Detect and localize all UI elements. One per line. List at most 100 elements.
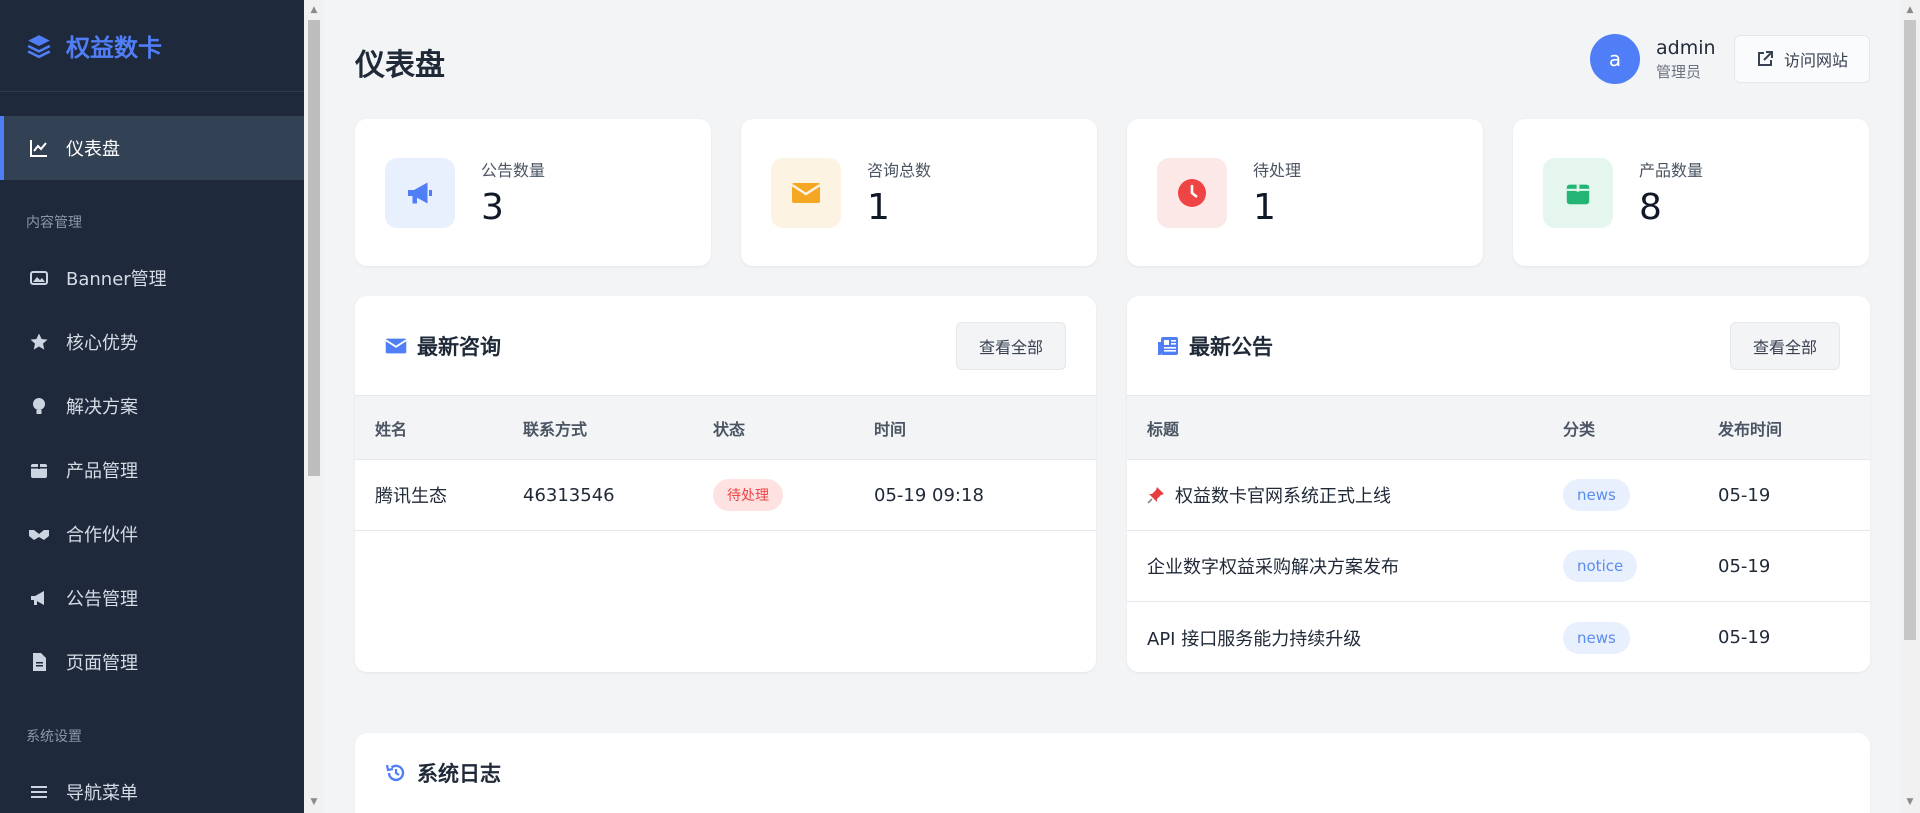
stat-value: 3 bbox=[481, 187, 504, 228]
scroll-down-icon[interactable]: ▼ bbox=[308, 796, 320, 808]
handshake-icon bbox=[28, 523, 50, 545]
scroll-down-icon[interactable]: ▼ bbox=[1904, 796, 1916, 808]
table-header: 标题 分类 发布时间 bbox=[1127, 396, 1870, 460]
clock-icon bbox=[1157, 157, 1227, 228]
panel-header: 系统日志 bbox=[355, 733, 1870, 813]
table-header: 姓名 联系方式 状态 时间 bbox=[355, 396, 1096, 460]
panel-title: 最新公告 bbox=[1189, 334, 1273, 359]
column-header: 发布时间 bbox=[1718, 419, 1783, 439]
sidebar-item-solutions[interactable]: 解决方案 bbox=[0, 374, 304, 438]
table-row[interactable]: 权益数卡官网系统正式上线 news 05-19 bbox=[1127, 460, 1870, 531]
announcements-panel: 最新公告 查看全部 标题 分类 发布时间 权益数卡官网系统正式上线 news 0… bbox=[1127, 296, 1870, 672]
sidebar-item-label: 核心优势 bbox=[66, 333, 138, 354]
scroll-thumb[interactable] bbox=[308, 20, 320, 476]
page-scrollbar[interactable]: ▲ ▼ bbox=[1900, 0, 1920, 813]
column-header: 标题 bbox=[1147, 419, 1180, 439]
visit-site-button[interactable]: 访问网站 bbox=[1734, 35, 1870, 83]
sidebar-item-label: 公告管理 bbox=[66, 589, 138, 610]
panel-header: 最新公告 查看全部 bbox=[1127, 296, 1870, 396]
image-icon bbox=[28, 267, 50, 289]
envelope-icon bbox=[771, 157, 841, 228]
newspaper-icon bbox=[1158, 336, 1178, 355]
stat-value: 1 bbox=[1253, 187, 1276, 228]
announcement-title: 权益数卡官网系统正式上线 bbox=[1175, 486, 1391, 507]
table-row[interactable]: 企业数字权益采购解决方案发布 notice 05-19 bbox=[1127, 531, 1870, 602]
table-row[interactable]: 腾讯生态 46313546 待处理 05-19 09:18 bbox=[355, 460, 1096, 531]
sidebar-item-label: 解决方案 bbox=[66, 397, 138, 418]
file-icon bbox=[28, 651, 50, 673]
status-badge: 待处理 bbox=[713, 479, 783, 511]
sidebar-item-nav-menu[interactable]: 导航菜单 bbox=[0, 760, 304, 813]
sidebar-item-dashboard[interactable]: 仪表盘 bbox=[0, 116, 304, 180]
announcement-title: 企业数字权益采购解决方案发布 bbox=[1147, 557, 1399, 578]
megaphone-icon bbox=[385, 157, 455, 228]
sidebar-item-label: 导航菜单 bbox=[66, 783, 138, 804]
sidebar-item-advantages[interactable]: 核心优势 bbox=[0, 310, 304, 374]
chart-line-icon bbox=[28, 137, 50, 159]
scroll-up-icon[interactable]: ▲ bbox=[1904, 4, 1916, 16]
stat-card-announcements: 公告数量 3 bbox=[355, 119, 711, 266]
announcement-date: 05-19 bbox=[1718, 555, 1771, 577]
panel-header: 最新咨询 查看全部 bbox=[355, 296, 1096, 396]
scroll-up-icon[interactable]: ▲ bbox=[308, 4, 320, 16]
megaphone-icon bbox=[28, 587, 50, 609]
column-header: 时间 bbox=[874, 419, 907, 439]
panel-title: 最新咨询 bbox=[417, 334, 501, 359]
sidebar-item-products[interactable]: 产品管理 bbox=[0, 438, 304, 502]
user-name: admin bbox=[1656, 36, 1716, 59]
stat-value: 8 bbox=[1639, 187, 1662, 228]
category-badge: notice bbox=[1563, 550, 1638, 582]
category-badge: news bbox=[1563, 479, 1630, 511]
sidebar: 权益数卡 仪表盘 内容管理 Banner管理 核心优势 解决方案 产品管理 合作… bbox=[0, 0, 304, 813]
avatar[interactable]: a bbox=[1590, 34, 1640, 84]
main-content: 仪表盘 a admin 管理员 访问网站 公告数量 3 咨询总数 1 待处理 1… bbox=[324, 0, 1900, 813]
scroll-thumb[interactable] bbox=[1904, 20, 1916, 640]
announcement-title: API 接口服务能力持续升级 bbox=[1147, 628, 1362, 650]
history-icon bbox=[385, 764, 405, 782]
brand-name: 权益数卡 bbox=[66, 34, 162, 62]
inquiries-panel: 最新咨询 查看全部 姓名 联系方式 状态 时间 腾讯生态 46313546 待处… bbox=[355, 296, 1096, 672]
category-badge: news bbox=[1563, 621, 1630, 654]
user-meta: admin 管理员 bbox=[1656, 37, 1716, 82]
column-header: 状态 bbox=[713, 419, 746, 439]
box-icon bbox=[1543, 157, 1613, 228]
star-icon bbox=[28, 331, 50, 353]
panel-title: 系统日志 bbox=[417, 762, 501, 786]
stat-label: 咨询总数 bbox=[867, 161, 932, 180]
stat-label: 待处理 bbox=[1253, 161, 1302, 180]
table-row[interactable]: API 接口服务能力持续升级 news 05-19 bbox=[1127, 602, 1870, 672]
stat-label: 公告数量 bbox=[481, 161, 546, 180]
sidebar-item-pages[interactable]: 页面管理 bbox=[0, 630, 304, 694]
external-link-icon bbox=[1757, 51, 1773, 66]
sidebar-item-label: 仪表盘 bbox=[66, 139, 120, 160]
column-header: 分类 bbox=[1563, 419, 1596, 439]
sidebar-item-announcements[interactable]: 公告管理 bbox=[0, 566, 304, 630]
sidebar-item-label: 合作伙伴 bbox=[66, 525, 138, 546]
sidebar-item-banner[interactable]: Banner管理 bbox=[0, 246, 304, 310]
sidebar-nav: 仪表盘 内容管理 Banner管理 核心优势 解决方案 产品管理 合作伙伴 公告… bbox=[0, 92, 304, 813]
pin-icon bbox=[1147, 486, 1165, 504]
visit-site-label: 访问网站 bbox=[1783, 51, 1848, 70]
stat-card-products: 产品数量 8 bbox=[1513, 119, 1869, 266]
sidebar-scrollbar[interactable]: ▲ ▼ bbox=[304, 0, 324, 813]
announcement-date: 05-19 bbox=[1718, 627, 1771, 648]
user-box[interactable]: a admin 管理员 bbox=[1590, 34, 1716, 84]
inquiry-name: 腾讯生态 bbox=[375, 486, 447, 507]
page-title: 仪表盘 bbox=[355, 48, 445, 83]
brand[interactable]: 权益数卡 bbox=[0, 0, 304, 92]
envelope-icon bbox=[385, 338, 407, 353]
lightbulb-icon bbox=[28, 395, 50, 417]
nav-section-system: 系统设置 bbox=[26, 729, 82, 745]
sidebar-item-label: Banner管理 bbox=[66, 269, 167, 290]
inquiry-time: 05-19 09:18 bbox=[874, 484, 984, 506]
sidebar-item-partners[interactable]: 合作伙伴 bbox=[0, 502, 304, 566]
inquiry-contact: 46313546 bbox=[523, 484, 615, 506]
nav-section-content: 内容管理 bbox=[26, 215, 82, 231]
stat-value: 1 bbox=[867, 187, 890, 228]
view-all-inquiries-button[interactable]: 查看全部 bbox=[956, 322, 1066, 370]
view-all-announcements-button[interactable]: 查看全部 bbox=[1730, 322, 1840, 370]
layers-icon bbox=[27, 34, 51, 58]
system-log-panel: 系统日志 bbox=[355, 733, 1870, 813]
sidebar-item-label: 产品管理 bbox=[66, 461, 138, 482]
user-role: 管理员 bbox=[1656, 62, 1702, 81]
